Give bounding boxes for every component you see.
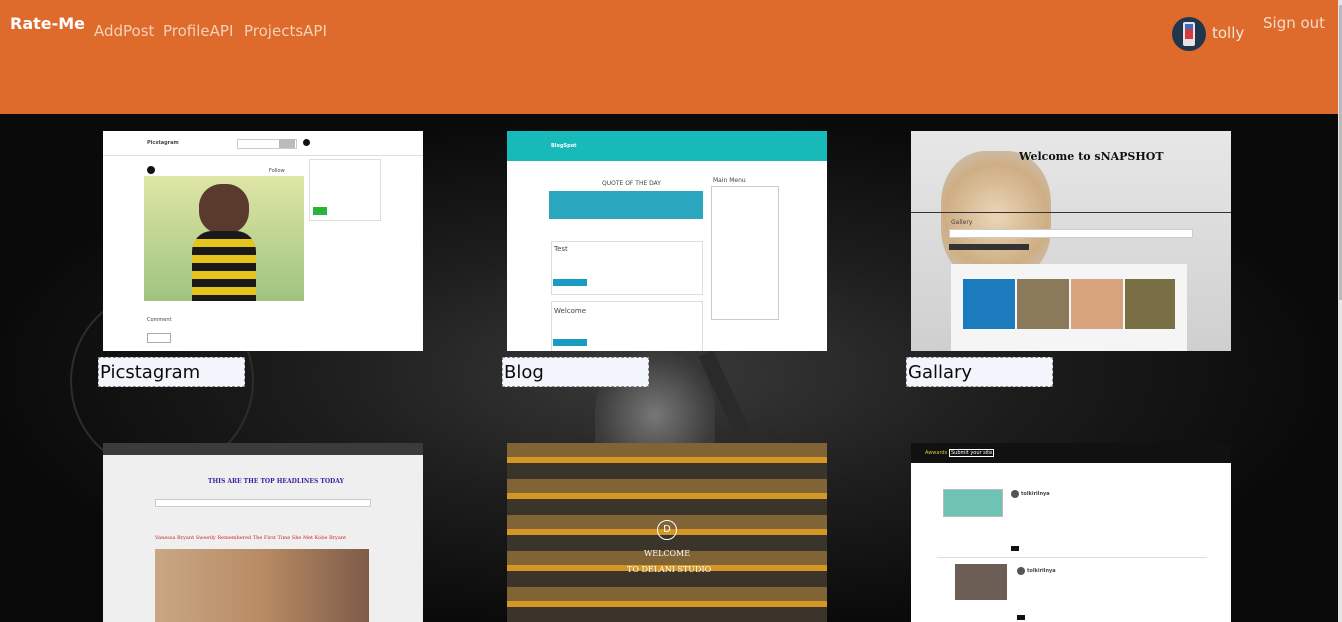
gallary-welcome: Welcome to sNAPSHOT <box>1019 150 1164 163</box>
project-card-gallary[interactable]: Welcome to sNAPSHOT Gallery <box>911 131 1231 351</box>
project-title-gallary[interactable]: Gallary <box>906 357 1053 387</box>
project-card-delani[interactable]: D WELCOME TO DELANI STUDIO <box>507 443 827 622</box>
blog-brand: BlogSpot <box>551 143 577 149</box>
picstagram-comment: Comment <box>147 317 172 323</box>
delani-line2: TO DELANI STUDIO <box>627 565 712 574</box>
awwards-user1: tolkirilnya <box>1021 491 1050 497</box>
news-story-image <box>155 549 369 622</box>
picstagram-follow: Follow <box>269 168 285 174</box>
username[interactable]: tolly <box>1212 24 1244 42</box>
project-title-picstagram[interactable]: Picstagram <box>98 357 245 387</box>
project-card-picstagram[interactable]: Picstagram Follow Comment <box>103 131 423 351</box>
news-story: Vanessa Bryant Sweetly Remembered The Fi… <box>155 535 347 541</box>
project-card-awwards[interactable]: Awwards Submit your site tolkirilnya tol… <box>911 443 1231 622</box>
picstagram-send-button <box>313 207 327 215</box>
delani-line1: WELCOME <box>644 549 691 558</box>
navbar: Rate-Me AddPost ProfileAPI ProjectsAPI t… <box>0 0 1338 114</box>
gallary-title: Gallery <box>951 219 973 226</box>
blog-quote-title: QUOTE OF THE DAY <box>602 180 661 187</box>
news-headline: THIS ARE THE TOP HEADLINES TODAY <box>208 478 344 485</box>
signout-link[interactable]: Sign out <box>1263 14 1325 32</box>
project-card-news[interactable]: THIS ARE THE TOP HEADLINES TODAY Vanessa… <box>103 443 423 622</box>
picstagram-brand: Picstagram <box>147 140 179 146</box>
nav-profileapi[interactable]: ProfileAPI <box>163 22 233 40</box>
picstagram-post-image <box>144 176 304 301</box>
blog-menu-title: Main Menu <box>713 177 746 184</box>
nav-addpost[interactable]: AddPost <box>94 22 154 40</box>
nav-projectsapi[interactable]: ProjectsAPI <box>244 22 327 40</box>
awwards-submit: Submit your site <box>949 449 995 457</box>
project-title-blog[interactable]: Blog <box>502 357 649 387</box>
brand-link[interactable]: Rate-Me <box>10 14 85 33</box>
project-card-blog[interactable]: BlogSpot QUOTE OF THE DAY Main Menu Test… <box>507 131 827 351</box>
awwards-user2: tolkirilnya <box>1027 568 1056 574</box>
awwards-brand: Awwards <box>925 450 948 456</box>
avatar[interactable] <box>1172 17 1206 51</box>
